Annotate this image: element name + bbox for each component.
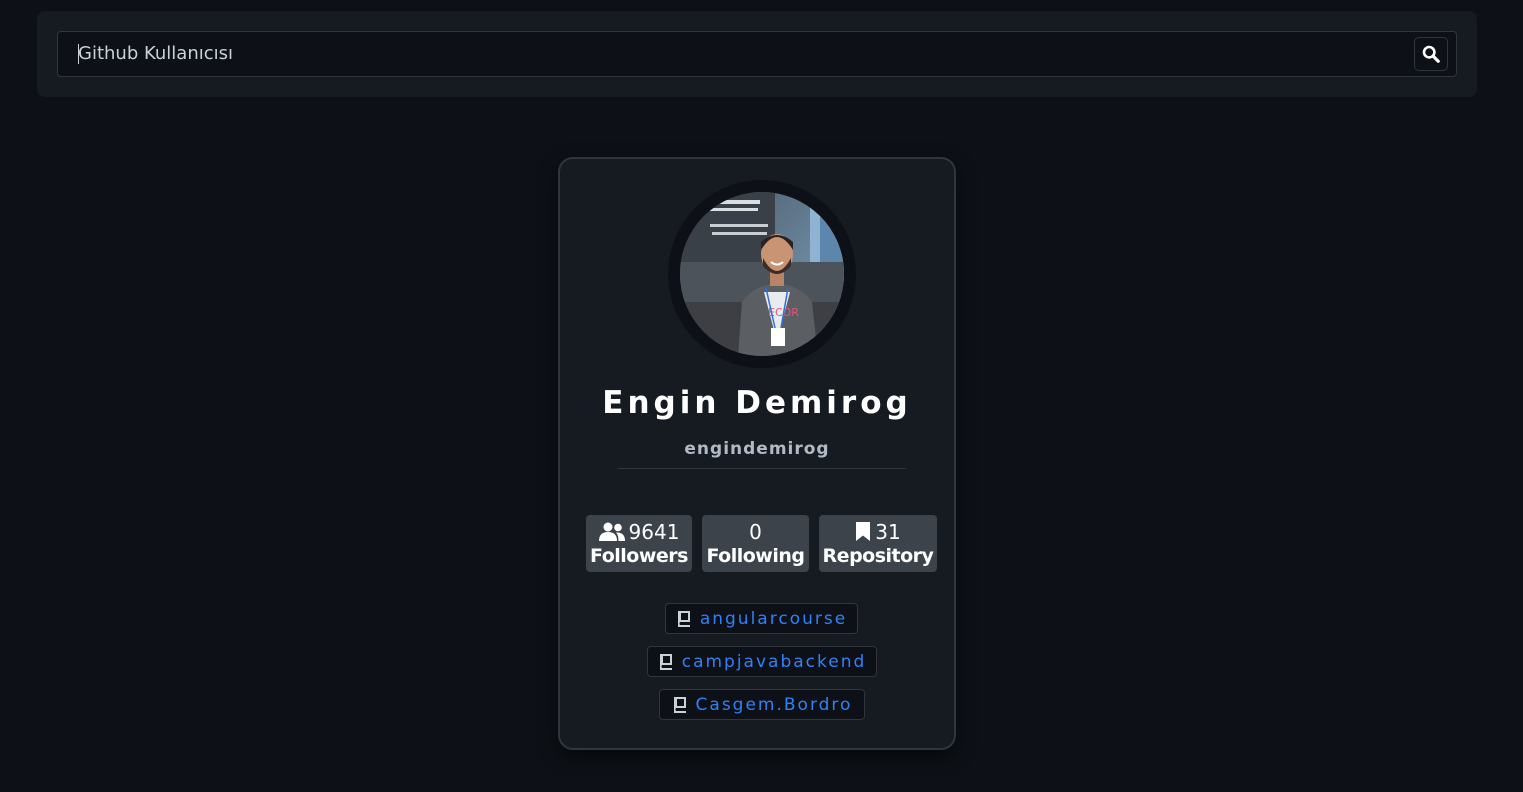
followers-stat: 9641 Followers [586, 515, 692, 572]
profile-username: engindemirog [684, 439, 830, 459]
repository-label: Repository [822, 545, 934, 567]
book-icon [659, 653, 672, 670]
profile-card: ECOR Engin Demirog engindemirog 9641 F [558, 157, 956, 750]
repo-link[interactable]: campjavabackend [647, 646, 877, 677]
repo-name[interactable]: angularcourse [700, 609, 847, 629]
book-icon [677, 610, 690, 627]
search-panel: Github Kullanıcısı [37, 11, 1477, 97]
profile-name: Engin Demirog [602, 385, 912, 421]
search-box[interactable]: Github Kullanıcısı [57, 31, 1457, 77]
repository-count: 31 [875, 520, 901, 544]
repo-name[interactable]: campjavabackend [682, 652, 867, 672]
following-label: Following [706, 545, 805, 567]
following-stat: 0 Following [702, 515, 809, 572]
search-icon [1422, 45, 1440, 63]
search-button[interactable] [1414, 37, 1448, 71]
repository-stat: 31 Repository [819, 515, 937, 572]
repo-name[interactable]: Casgem.Bordro [696, 695, 853, 715]
search-input[interactable]: Github Kullanıcısı [78, 32, 233, 76]
followers-label: Followers [590, 545, 688, 567]
avatar-frame: ECOR [668, 180, 856, 368]
repo-link[interactable]: angularcourse [665, 603, 858, 634]
repo-link[interactable]: Casgem.Bordro [659, 689, 865, 720]
followers-count: 9641 [628, 520, 680, 544]
following-count: 0 [749, 520, 762, 544]
book-icon [673, 696, 686, 713]
divider [618, 468, 906, 469]
bookmark-icon [856, 522, 871, 541]
avatar: ECOR [680, 192, 844, 356]
users-icon [598, 522, 625, 541]
